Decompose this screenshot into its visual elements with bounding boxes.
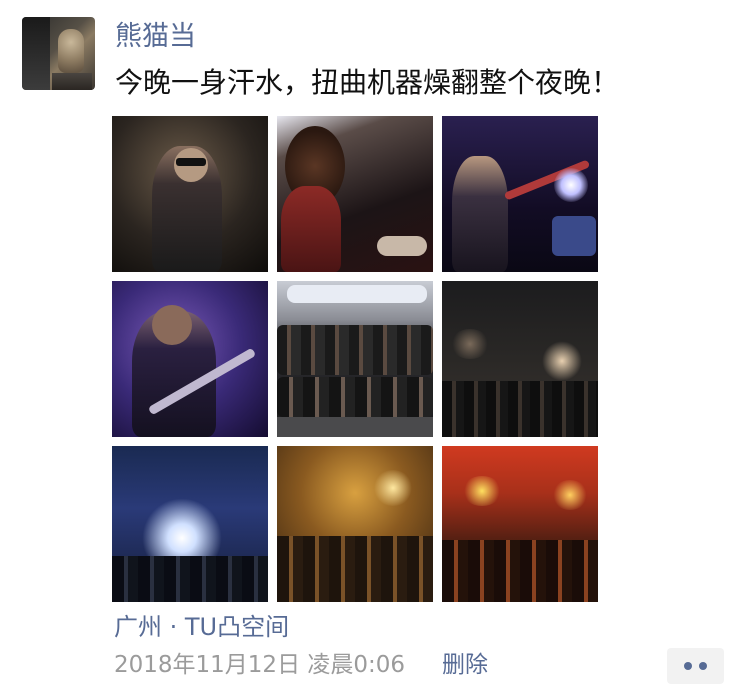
- avatar[interactable]: [22, 17, 95, 90]
- photo-1[interactable]: [112, 116, 268, 272]
- delete-button[interactable]: 删除: [442, 650, 488, 680]
- more-dots-icon: [699, 662, 707, 670]
- cat-icon: [58, 29, 84, 73]
- photo-5[interactable]: [277, 281, 433, 437]
- username[interactable]: 熊猫当: [115, 20, 196, 54]
- avatar-sill-shape: [52, 73, 92, 90]
- photo-7[interactable]: [112, 446, 268, 602]
- photo-6[interactable]: [442, 281, 598, 437]
- photo-8[interactable]: [277, 446, 433, 602]
- avatar-window-shape: [22, 17, 50, 90]
- photo-2[interactable]: [277, 116, 433, 272]
- photo-grid: [112, 116, 598, 602]
- location-link[interactable]: 广州 · TU凸空间: [114, 612, 289, 642]
- photo-9[interactable]: [442, 446, 598, 602]
- photo-3[interactable]: [442, 116, 598, 272]
- more-button[interactable]: [667, 648, 724, 684]
- photo-4[interactable]: [112, 281, 268, 437]
- post-timestamp: 2018年11月12日 凌晨0:06: [114, 652, 406, 678]
- more-dots-icon: [684, 662, 692, 670]
- post-text: 今晚一身汗水，扭曲机器燥翻整个夜晚！: [115, 66, 620, 99]
